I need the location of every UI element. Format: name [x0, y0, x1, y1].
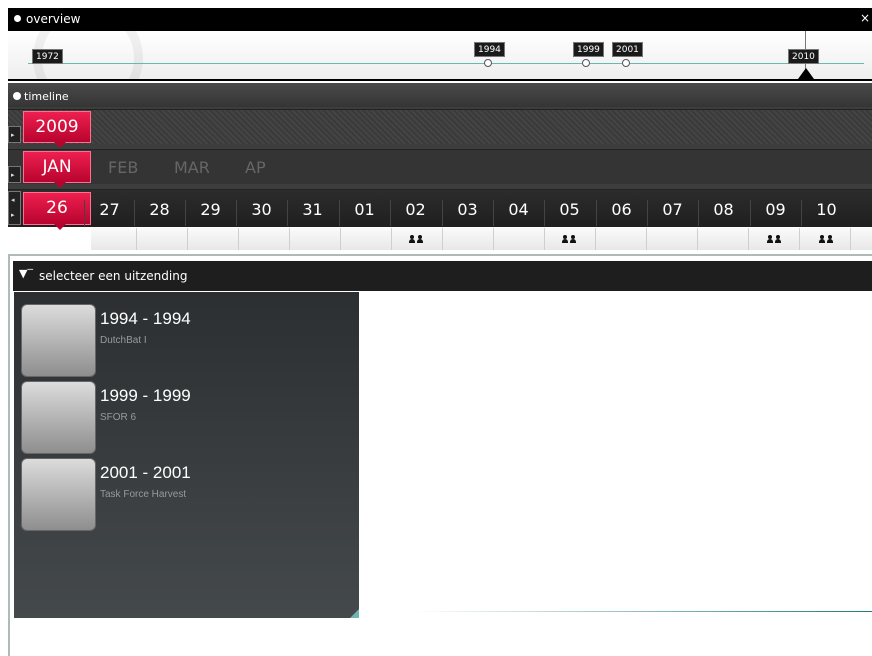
event-cell-divider	[289, 228, 290, 250]
resize-handle-icon[interactable]	[350, 609, 359, 618]
marker-label-1999[interactable]: 1999	[573, 42, 604, 57]
thumbnail-image	[21, 304, 96, 377]
people-icon[interactable]	[562, 235, 578, 243]
marker-knob-1999[interactable]	[582, 59, 590, 67]
year-next-button[interactable]: ▸	[8, 126, 21, 143]
day-01[interactable]: 01	[339, 200, 389, 226]
event-cell-divider	[187, 228, 188, 250]
item-title: 1994 - 1994	[100, 309, 191, 328]
event-cell-divider	[748, 228, 749, 250]
timeline-header: timeline	[8, 83, 872, 107]
day-07[interactable]: 07	[647, 200, 697, 226]
selection-title: selecteer een uitzending	[39, 269, 188, 283]
overview-dot-icon	[14, 15, 21, 22]
day-30[interactable]: 30	[236, 200, 286, 226]
event-cell-divider	[340, 228, 341, 250]
day-prev-icon[interactable]: ◂	[11, 196, 19, 204]
event-cell-divider	[442, 228, 443, 250]
day-row: ◂ ▸ 26 27 28 29 30 31 01 02 03 04 05 06 …	[8, 189, 872, 230]
marker-knob-1994[interactable]	[484, 59, 492, 67]
day-02[interactable]: 02	[390, 200, 440, 226]
day-29[interactable]: 29	[185, 200, 235, 226]
marker-knob-2001[interactable]	[622, 59, 630, 67]
list-item[interactable]: 1994 - 1994 DutchBat I	[21, 304, 351, 378]
timeline-panel: timeline ▸ 2009 ▸ JAN FEB MAR AP ◂ ▸ 26 …	[8, 83, 872, 230]
timeline-clock-icon	[13, 92, 21, 100]
marker-label-2001[interactable]: 2001	[612, 42, 643, 57]
month-next-button[interactable]: ▸	[8, 166, 21, 183]
current-year-label: 2010	[788, 49, 819, 64]
overview-axis-line	[28, 63, 864, 64]
marker-label-1994[interactable]: 1994	[474, 42, 505, 57]
month-apr[interactable]: AP	[245, 158, 266, 177]
day-next-icon[interactable]: ▸	[11, 211, 19, 219]
day-27[interactable]: 27	[84, 200, 134, 226]
event-cell-divider	[595, 228, 596, 250]
event-cell-divider	[544, 228, 545, 250]
day-09[interactable]: 09	[750, 200, 800, 226]
people-icon[interactable]	[409, 235, 425, 243]
day-31[interactable]: 31	[287, 200, 337, 226]
thumbnail-image	[21, 458, 96, 531]
day-events-strip	[91, 228, 872, 250]
current-position-pointer[interactable]	[798, 68, 814, 79]
selected-month[interactable]: JAN	[23, 151, 91, 188]
event-cell-divider	[391, 228, 392, 250]
event-cell-divider	[136, 228, 137, 250]
selection-header: ▼‾ selecteer een uitzending	[13, 261, 872, 291]
month-mar[interactable]: MAR	[174, 158, 210, 177]
item-title: 2001 - 2001	[100, 463, 191, 482]
overview-title: overview	[26, 12, 81, 26]
month-feb[interactable]: FEB	[108, 158, 138, 177]
close-icon[interactable]: ×	[860, 11, 870, 25]
list-item[interactable]: 1999 - 1999 SFOR 6	[21, 381, 351, 455]
start-year-label: 1972	[32, 49, 63, 64]
item-subtitle: DutchBat I	[100, 335, 147, 346]
day-04[interactable]: 04	[493, 200, 543, 226]
day-03[interactable]: 03	[442, 200, 492, 226]
day-stepper[interactable]: ◂ ▸	[8, 191, 21, 225]
event-cell-divider	[493, 228, 494, 250]
item-subtitle: Task Force Harvest	[100, 489, 187, 500]
thumbnail-image	[21, 381, 96, 454]
item-title: 1999 - 1999	[100, 386, 191, 405]
month-row: ▸ JAN FEB MAR AP	[8, 149, 872, 188]
event-cell-divider	[646, 228, 647, 250]
event-cell-divider	[697, 228, 698, 250]
overview-header: overview ×	[8, 8, 872, 31]
event-cell-divider	[850, 228, 851, 250]
day-08[interactable]: 08	[698, 200, 748, 226]
event-cell-divider	[238, 228, 239, 250]
overview-track[interactable]: 1972 1994 1999 2001 2010	[8, 31, 872, 81]
people-icon[interactable]	[819, 235, 835, 243]
year-row: ▸ 2009	[8, 109, 872, 148]
filter-icon[interactable]: ▼‾	[19, 267, 33, 280]
people-icon[interactable]	[767, 235, 783, 243]
list-item[interactable]: 2001 - 2001 Task Force Harvest	[21, 458, 351, 532]
divider	[415, 611, 872, 612]
day-28[interactable]: 28	[134, 200, 184, 226]
day-10[interactable]: 10	[801, 200, 851, 226]
selected-year[interactable]: 2009	[23, 111, 91, 148]
deployment-list: 1994 - 1994 DutchBat I 1999 - 1999 SFOR …	[14, 292, 359, 618]
day-05[interactable]: 05	[544, 200, 594, 226]
selected-day[interactable]: 26	[23, 192, 91, 230]
item-subtitle: SFOR 6	[100, 412, 137, 423]
day-06[interactable]: 06	[596, 200, 646, 226]
event-cell-divider	[799, 228, 800, 250]
timeline-title: timeline	[24, 90, 69, 103]
